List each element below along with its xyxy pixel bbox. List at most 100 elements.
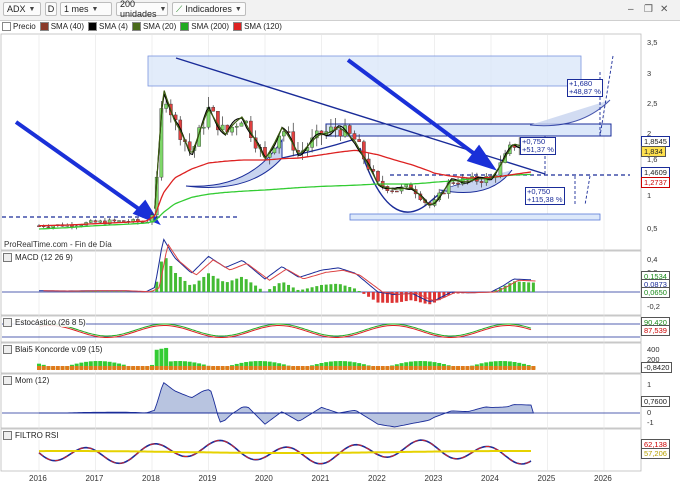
mom-area <box>39 381 534 428</box>
macd-bar <box>291 287 295 292</box>
blai-series <box>37 347 536 370</box>
macd-series <box>39 238 536 305</box>
blai-base-bar <box>305 366 310 370</box>
blai-base-bar <box>93 366 98 370</box>
macd-bar <box>381 292 385 303</box>
pane-icon <box>3 376 12 385</box>
macd-bar <box>334 283 338 292</box>
blai-base-bar <box>211 366 216 370</box>
blai-base-bar <box>328 366 333 370</box>
blai-base-bar <box>423 366 428 370</box>
macd-bar <box>197 280 201 292</box>
x-tick-label: 2016 <box>29 474 47 483</box>
macd-axis-4: -0,2 <box>647 302 660 311</box>
blai-base-bar <box>408 366 413 370</box>
macd-bar <box>329 284 333 292</box>
blai-base-bar <box>272 366 277 370</box>
pane-icon <box>3 431 12 440</box>
blai-bar <box>159 348 164 369</box>
candle-body <box>272 147 277 154</box>
blai-base-bar <box>465 366 470 370</box>
moving-averages <box>38 90 532 230</box>
macd-title: MACD (12 26 9) <box>3 253 73 262</box>
rsi-pane-frame <box>0 428 642 472</box>
macd-bar <box>531 282 535 292</box>
macd-bar <box>239 276 243 292</box>
blai-base-bar <box>55 366 60 370</box>
blai-base-bar <box>168 366 173 370</box>
x-tick-label: 2021 <box>311 474 330 483</box>
blai-base-bar <box>319 366 324 370</box>
macd-bar <box>249 282 253 292</box>
stoch-series <box>38 323 532 338</box>
blai-base-bar <box>314 366 319 370</box>
blai-base-bar <box>437 366 442 370</box>
rsi-series <box>38 439 532 465</box>
annotation-low-line2: +115,38 % <box>527 195 563 204</box>
blai-base-bar <box>347 366 352 370</box>
annotation-top-line2: +48,87 % <box>569 87 601 96</box>
x-tick-label: 2018 <box>142 474 160 483</box>
blai-base-bar <box>121 366 126 370</box>
mom-axis-2: 0 <box>647 408 652 417</box>
blai-axis-1: 400 <box>647 345 660 354</box>
macd-bar <box>517 281 521 292</box>
macd-bar <box>216 278 220 292</box>
blai-base-bar <box>399 366 404 370</box>
candle-body <box>357 139 361 142</box>
macd-bar <box>376 292 380 303</box>
blai-base-bar <box>197 366 202 370</box>
candle-body <box>234 126 239 128</box>
mom-axis-3: -1 <box>647 418 654 427</box>
blai-base-bar <box>503 366 508 370</box>
macd-bar <box>244 279 248 292</box>
pane-icon <box>3 253 12 262</box>
blai-base-bar <box>526 366 531 370</box>
blai-base-bar <box>371 366 376 370</box>
x-tick-label: 2019 <box>198 474 217 483</box>
candle-body <box>404 184 409 188</box>
macd-bar <box>235 278 239 292</box>
blai-base-bar <box>286 366 291 370</box>
candle-body <box>239 122 244 127</box>
blai-base-bar <box>451 366 456 370</box>
blai-base-bar <box>404 366 409 370</box>
blai-base-bar <box>281 366 286 370</box>
blai-base-bar <box>493 366 498 370</box>
annotation-low: +0,750 +115,38 % <box>525 187 565 205</box>
blai-base-bar <box>112 366 117 370</box>
macd-bar <box>277 283 281 292</box>
blai-base-bar <box>79 366 84 370</box>
blai-base-bar <box>357 366 362 370</box>
x-tick-label: 2024 <box>481 474 499 483</box>
blai-base-bar <box>215 366 220 370</box>
candle-body <box>479 181 484 183</box>
macd-bar <box>296 289 300 292</box>
macd-bar <box>211 275 215 292</box>
candle-body <box>112 219 117 222</box>
candle-body <box>347 125 352 134</box>
blai-base-bar <box>484 366 489 370</box>
candle-body <box>338 129 343 137</box>
blai-base-bar <box>295 366 300 370</box>
price-candles <box>37 97 536 230</box>
candle-body <box>211 107 216 112</box>
candle-body <box>201 126 206 129</box>
macd-bar <box>282 282 286 292</box>
blai-base-bar <box>74 366 79 370</box>
blai-base-bar <box>234 366 239 370</box>
candle-body <box>93 220 98 223</box>
blai-base-bar <box>521 366 526 370</box>
blai-base-bar <box>258 366 263 370</box>
candle-body <box>352 133 357 140</box>
blai-base-bar <box>98 366 103 370</box>
blai-base-bar <box>88 366 93 370</box>
blai-base-bar <box>230 366 235 370</box>
candle-body <box>376 171 380 182</box>
annotation-top: +1,680 +48,87 % <box>567 79 603 97</box>
blai-base-bar <box>135 366 140 370</box>
price-label-4: 1,2737 <box>641 177 670 188</box>
macd-bar <box>371 292 375 300</box>
macd-bar <box>183 280 187 292</box>
blai-base-bar <box>126 366 131 370</box>
